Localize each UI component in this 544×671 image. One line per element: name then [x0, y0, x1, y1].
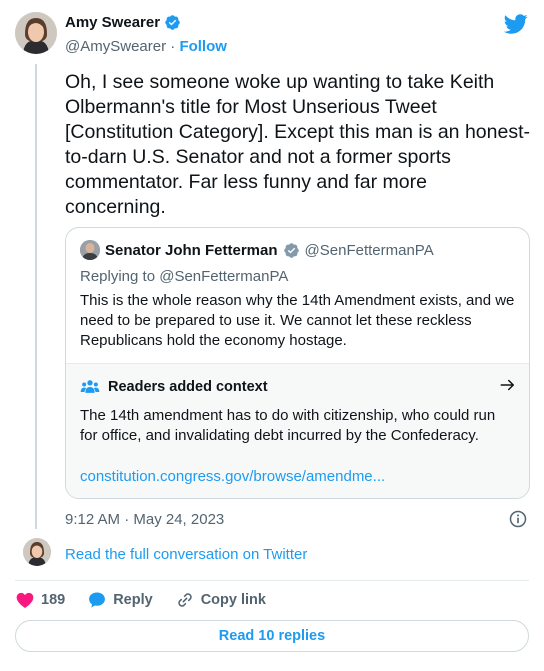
handle-separator: ·	[170, 38, 176, 55]
reply-button[interactable]: Reply	[87, 590, 153, 610]
quoted-author-avatar	[80, 240, 100, 260]
quoted-tweet-text: This is the whole reason why the 14th Am…	[80, 292, 515, 349]
divider	[15, 580, 529, 581]
like-count: 189	[41, 592, 66, 608]
info-icon[interactable]	[508, 509, 528, 529]
read-replies-button[interactable]: Read 10 replies	[15, 620, 529, 652]
quoted-tweet[interactable]: Senator John Fetterman @SenFettermanPA R…	[65, 227, 530, 499]
twitter-bird-icon[interactable]	[504, 12, 528, 36]
follow-button[interactable]: Follow	[179, 38, 227, 55]
readers-context-header: Readers added context	[80, 377, 268, 397]
readers-context-body: The 14th amendment has to do with citize…	[80, 407, 496, 444]
embedded-tweet-card: Amy Swearer @AmySwearer · Follow Oh, I s…	[0, 0, 544, 671]
tweet-text: Oh, I see someone woke up wanting to tak…	[65, 71, 530, 218]
thread-line	[35, 64, 37, 529]
readers-context-title: Readers added context	[108, 379, 268, 395]
readers-context-link[interactable]: constitution.congress.gov/browse/amendme…	[80, 468, 385, 485]
quoted-author-name: Senator John Fetterman	[105, 241, 278, 259]
copy-link-label: Copy link	[200, 592, 266, 608]
tweet-actions: 189 Reply Copy link	[15, 590, 288, 610]
author-name-text[interactable]: Amy Swearer	[65, 14, 160, 31]
read-conversation-link[interactable]: Read the full conversation on Twitter	[65, 546, 307, 563]
heart-icon	[16, 592, 34, 608]
author-handle[interactable]: @AmySwearer	[65, 38, 166, 55]
reply-bubble-icon	[89, 592, 106, 608]
like-button[interactable]: 189	[15, 590, 65, 610]
link-icon	[178, 593, 192, 607]
quoted-author-handle: @SenFettermanPA	[304, 241, 434, 259]
verified-badge-icon	[165, 15, 180, 30]
quoted-tweet-header: Senator John Fetterman @SenFettermanPA	[80, 240, 434, 260]
readers-context-panel[interactable]: Readers added context The 14th amendment…	[66, 363, 529, 498]
verified-badge-icon	[283, 242, 299, 258]
tweet-timestamp[interactable]: 9:12 AM · May 24, 2023	[65, 511, 224, 528]
copy-link-button[interactable]: Copy link	[175, 590, 266, 610]
conversation-avatar	[23, 538, 51, 566]
reply-label: Reply	[113, 592, 153, 608]
readers-context-icon	[80, 380, 100, 393]
author-name[interactable]: Amy Swearer	[65, 14, 181, 31]
author-handle-line: @AmySwearer · Follow	[65, 38, 227, 55]
quoted-replying-to: Replying to @SenFettermanPA	[80, 268, 289, 285]
author-avatar[interactable]	[15, 12, 57, 54]
arrow-right-icon[interactable]	[499, 376, 517, 394]
